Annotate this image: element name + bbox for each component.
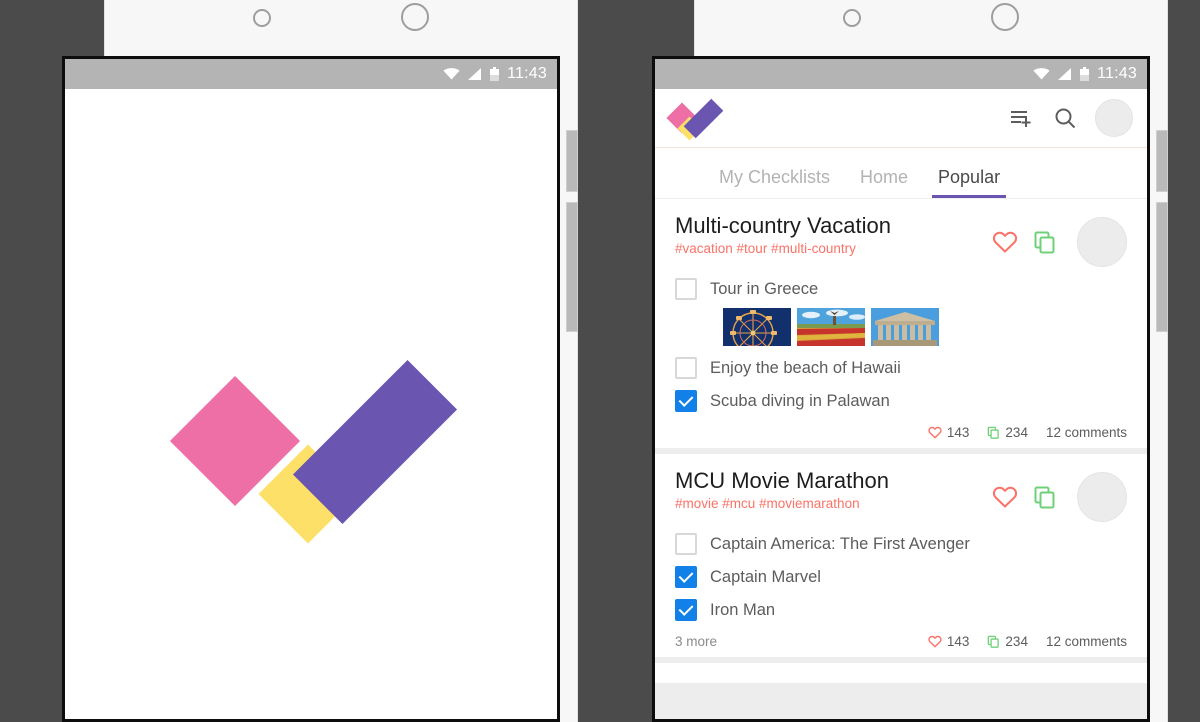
checklist-item[interactable]: Scuba diving in Palawan bbox=[675, 390, 1127, 412]
checklist-item-label: Tour in Greece bbox=[710, 279, 819, 298]
tab-home[interactable]: Home bbox=[860, 167, 908, 198]
more-items-link[interactable]: 3 more bbox=[675, 634, 717, 649]
comment-count: 12 comments bbox=[1045, 425, 1127, 440]
checklist-card-partial[interactable] bbox=[655, 663, 1147, 683]
like-count: 143 bbox=[946, 634, 970, 649]
checklist-item[interactable]: Captain America: The First Avenger bbox=[675, 533, 1127, 555]
like-heart-icon[interactable] bbox=[991, 228, 1019, 256]
like-count-stat[interactable]: 143 bbox=[928, 634, 970, 649]
battery-icon bbox=[1080, 67, 1090, 81]
status-bar-time: 11:43 bbox=[507, 65, 547, 82]
playlist-add-icon[interactable] bbox=[1007, 104, 1035, 132]
checkbox-checked[interactable] bbox=[675, 566, 697, 588]
card-title: MCU Movie Marathon bbox=[675, 468, 889, 493]
copy-icon[interactable] bbox=[1031, 483, 1059, 511]
wifi-icon bbox=[1033, 68, 1050, 80]
checklist-item[interactable]: Iron Man bbox=[675, 599, 1127, 621]
checklist-item-thumbnails bbox=[723, 308, 1127, 346]
card-title-wrap: MCU Movie Marathon #movie #mcu #moviemar… bbox=[675, 468, 991, 511]
card-actions bbox=[991, 213, 1127, 267]
tab-popular[interactable]: Popular bbox=[932, 167, 1007, 198]
copy-count: 234 bbox=[1005, 634, 1028, 649]
splash-screen-body bbox=[65, 89, 557, 719]
checklist-item-label: Enjoy the beach of Hawaii bbox=[710, 358, 901, 377]
power-button-left[interactable] bbox=[566, 130, 578, 192]
checklist-item-label: Iron Man bbox=[710, 600, 776, 619]
logo-shape-purple bbox=[292, 359, 458, 525]
phone-screen-splash: 11:43 bbox=[62, 56, 560, 722]
checklist-item-label: Captain America: The First Avenger bbox=[710, 534, 970, 553]
heart-icon bbox=[928, 635, 942, 648]
screenshot-stage: 11:43 11:43 My Checklists Home Popular M… bbox=[0, 0, 1200, 722]
checklist-card[interactable]: Multi-country Vacation #vacation #tour #… bbox=[655, 199, 1147, 448]
card-tags[interactable]: #vacation #tour #multi-country bbox=[675, 241, 991, 256]
thumbnail-tulip-field[interactable] bbox=[797, 308, 865, 346]
checklist-item[interactable]: Tour in Greece bbox=[675, 278, 1127, 300]
card-actions bbox=[991, 468, 1127, 522]
copy-icon[interactable] bbox=[1031, 228, 1059, 256]
checklist-item-label: Captain Marvel bbox=[710, 567, 821, 586]
checkbox-unchecked[interactable] bbox=[675, 357, 697, 379]
card-footer: 3 more 143 234 12 comments bbox=[675, 634, 1127, 649]
search-icon[interactable] bbox=[1051, 104, 1079, 132]
checklist-feed[interactable]: Multi-country Vacation #vacation #tour #… bbox=[655, 199, 1147, 719]
status-bar-right: 11:43 bbox=[655, 59, 1147, 89]
volume-button-right-side[interactable] bbox=[1156, 202, 1168, 332]
splash-logo bbox=[169, 359, 458, 549]
proximity-sensor-icon-right bbox=[843, 9, 861, 27]
phone-screen-app: 11:43 My Checklists Home Popular Multi-c… bbox=[652, 56, 1150, 722]
copy-icon bbox=[988, 635, 1000, 648]
avatar[interactable] bbox=[1095, 99, 1133, 137]
comment-count-stat[interactable]: 12 comments bbox=[1046, 425, 1127, 440]
app-logo-icon[interactable] bbox=[666, 98, 724, 141]
card-tags[interactable]: #movie #mcu #moviemarathon bbox=[675, 496, 991, 511]
tab-my-checklists[interactable]: My Checklists bbox=[719, 167, 830, 198]
tab-bar: My Checklists Home Popular bbox=[655, 148, 1147, 199]
front-camera-icon bbox=[401, 3, 429, 31]
card-author-avatar[interactable] bbox=[1077, 217, 1127, 267]
thumbnail-ferris-wheel[interactable] bbox=[723, 308, 791, 346]
checkbox-checked[interactable] bbox=[675, 599, 697, 621]
front-camera-icon-right bbox=[991, 3, 1019, 31]
logo-shape-purple bbox=[683, 98, 724, 139]
thumbnail-parthenon[interactable] bbox=[871, 308, 939, 346]
cell-signal-icon bbox=[468, 68, 482, 80]
checklist-item[interactable]: Captain Marvel bbox=[675, 566, 1127, 588]
copy-count-stat[interactable]: 234 bbox=[987, 634, 1028, 649]
card-author-avatar[interactable] bbox=[1077, 472, 1127, 522]
app-bar-actions bbox=[1007, 99, 1133, 137]
checklist-card[interactable]: MCU Movie Marathon #movie #mcu #moviemar… bbox=[655, 454, 1147, 657]
checkbox-checked[interactable] bbox=[675, 390, 697, 412]
proximity-sensor-icon bbox=[253, 9, 271, 27]
like-count-stat[interactable]: 143 bbox=[928, 425, 970, 440]
volume-button-left-side[interactable] bbox=[566, 202, 578, 332]
checklist-item[interactable]: Enjoy the beach of Hawaii bbox=[675, 357, 1127, 379]
heart-icon bbox=[928, 426, 942, 439]
checkbox-unchecked[interactable] bbox=[675, 533, 697, 555]
app-bar bbox=[655, 89, 1147, 148]
card-footer: 143 234 12 comments bbox=[675, 425, 1127, 440]
comment-count-stat[interactable]: 12 comments bbox=[1046, 634, 1127, 649]
comment-count: 12 comments bbox=[1045, 634, 1127, 649]
like-heart-icon[interactable] bbox=[991, 483, 1019, 511]
card-header: Multi-country Vacation #vacation #tour #… bbox=[675, 213, 1127, 267]
card-title: Multi-country Vacation bbox=[675, 213, 892, 238]
copy-icon bbox=[988, 426, 1000, 439]
wifi-icon bbox=[443, 68, 460, 80]
like-count: 143 bbox=[946, 425, 970, 440]
checkbox-unchecked[interactable] bbox=[675, 278, 697, 300]
copy-count-stat[interactable]: 234 bbox=[987, 425, 1028, 440]
battery-icon bbox=[490, 67, 500, 81]
card-title-wrap: Multi-country Vacation #vacation #tour #… bbox=[675, 213, 991, 256]
status-bar-left: 11:43 bbox=[65, 59, 557, 89]
card-header: MCU Movie Marathon #movie #mcu #moviemar… bbox=[675, 468, 1127, 522]
status-bar-time: 11:43 bbox=[1097, 65, 1137, 82]
cell-signal-icon bbox=[1058, 68, 1072, 80]
power-button-right[interactable] bbox=[1156, 130, 1168, 192]
checklist-item-label: Scuba diving in Palawan bbox=[710, 391, 890, 410]
copy-count: 234 bbox=[1005, 425, 1028, 440]
